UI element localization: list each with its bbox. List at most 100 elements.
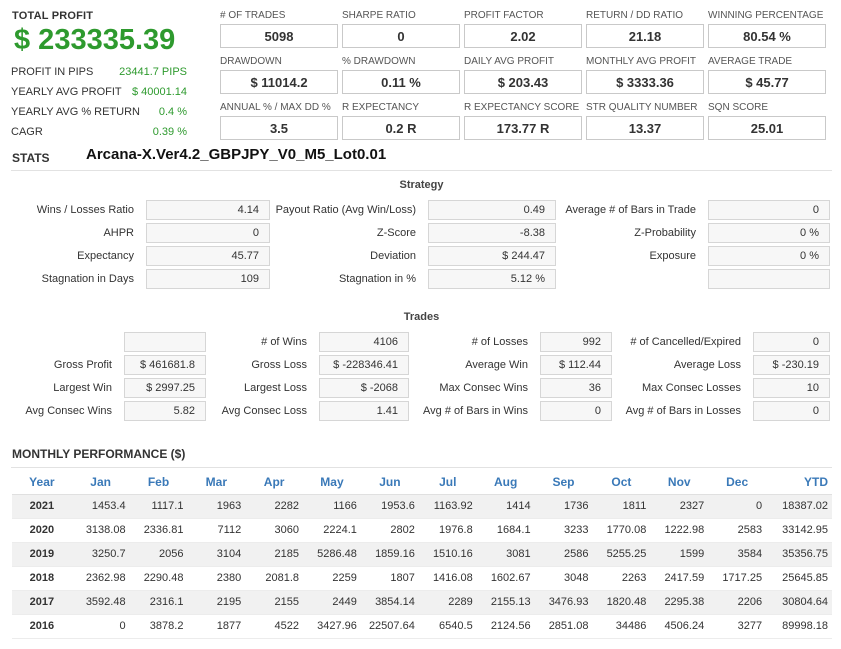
table-cell: 18387.02 <box>766 494 832 519</box>
kv-label: # of Losses <box>471 336 528 348</box>
column-header: Oct <box>592 470 651 495</box>
metric-label: RETURN / DD RATIO <box>586 10 684 21</box>
column-header: Mar <box>187 470 246 495</box>
metric-value: $ 203.43 <box>464 70 582 94</box>
kv-value: $ 2997.25 <box>124 378 206 398</box>
kv-label: Average # of Bars in Trade <box>565 204 696 216</box>
table-cell: 25645.85 <box>766 566 832 591</box>
kv-label: Payout Ratio (Avg Win/Loss) <box>275 204 416 216</box>
metric-value: 25.01 <box>708 116 826 140</box>
summary-value: $ 40001.14 <box>131 86 187 98</box>
table-cell: 1599 <box>650 542 709 567</box>
kv-value: 109 <box>146 269 270 289</box>
table-cell: 3878.2 <box>129 614 188 639</box>
table-cell: 2289 <box>418 590 477 615</box>
kv-value: $ 244.47 <box>428 246 556 266</box>
table-cell: 2851.08 <box>534 614 593 639</box>
summary-value: 23441.7 PIPS <box>119 66 187 78</box>
kv-value: 0 <box>708 200 830 220</box>
table-cell: 3104 <box>187 542 246 567</box>
table-cell: 89998.18 <box>766 614 832 639</box>
metric-value: $ 45.77 <box>708 70 826 94</box>
metric-r-expectancy-score: R EXPECTANCY SCORE 173.77 R <box>464 102 582 140</box>
metric-label: R EXPECTANCY SCORE <box>464 102 580 113</box>
summary-row-yearly-avg-profit: YEARLY AVG PROFIT $ 40001.14 <box>11 85 187 99</box>
column-header: Jul <box>418 470 477 495</box>
table-cell: 2449 <box>303 590 361 615</box>
kv-value: 5.82 <box>124 401 206 421</box>
stats-label: STATS <box>12 151 50 165</box>
metric-value: 0.11 % <box>342 70 460 94</box>
table-cell: 1811 <box>592 494 651 519</box>
metric-value: 173.77 R <box>464 116 582 140</box>
metric-average-trade: AVERAGE TRADE $ 45.77 <box>708 56 826 94</box>
table-cell: 1510.16 <box>418 542 477 567</box>
table-header-row: Year Jan Feb Mar Apr May Jun Jul Aug Sep… <box>12 470 832 495</box>
kv-label: Stagnation in Days <box>41 273 134 285</box>
column-header: Aug <box>476 470 535 495</box>
column-header: Jan <box>71 470 130 495</box>
table-row: 2019 3250.7 2056 3104 2185 5286.48 1859.16 1510… <box>12 542 832 567</box>
table-cell: 2195 <box>187 590 246 615</box>
column-header: May <box>303 470 361 495</box>
metric-r-expectancy: R EXPECTANCY 0.2 R <box>342 102 460 140</box>
summary-label: YEARLY AVG PROFIT <box>11 86 122 98</box>
table-cell: 1717.25 <box>708 566 767 591</box>
column-header-year: Year <box>12 470 72 495</box>
metric-daily-avg-profit: DAILY AVG PROFIT $ 203.43 <box>464 56 582 94</box>
monthly-performance-body: 2021 1453.4 1117.1 1963 2282 1166 1953.6 1163.9… <box>12 494 832 639</box>
metric-value: 13.37 <box>586 116 704 140</box>
table-cell: 1953.6 <box>360 494 419 519</box>
summary-row-cagr: CAGR 0.39 % <box>11 125 187 139</box>
kv-value: -8.38 <box>428 223 556 243</box>
table-row: 2021 1453.4 1117.1 1963 2282 1166 1953.6 1163.9… <box>12 494 832 519</box>
summary-label: YEARLY AVG % RETURN <box>11 106 140 118</box>
kv-value: 0 <box>753 401 830 421</box>
kv-value: 5.12 % <box>428 269 556 289</box>
table-cell: 1859.16 <box>360 542 419 567</box>
table-cell: 2206 <box>708 590 767 615</box>
summary-row-yearly-avg-return: YEARLY AVG % RETURN 0.4 % <box>11 105 187 119</box>
metric-monthly-avg-profit: MONTHLY AVG PROFIT $ 3333.36 <box>586 56 704 94</box>
kv-value: 0 <box>146 223 270 243</box>
total-profit-value: $ 233335.39 <box>14 24 176 56</box>
metric-label: DAILY AVG PROFIT <box>464 56 555 67</box>
column-header: Apr <box>245 470 304 495</box>
kv-label: Max Consec Losses <box>641 382 741 394</box>
metric-value: 2.02 <box>464 24 582 48</box>
metric-value: 80.54 % <box>708 24 826 48</box>
kv-label: Gross Profit <box>53 359 112 371</box>
summary-label: CAGR <box>11 126 43 138</box>
total-profit-label: TOTAL PROFIT <box>12 10 94 22</box>
table-cell: 2081.8 <box>245 566 304 591</box>
table-cell: 1684.1 <box>476 518 535 543</box>
kv-label: Gross Loss <box>251 359 307 371</box>
column-header: Sep <box>534 470 593 495</box>
table-cell: 2336.81 <box>129 518 188 543</box>
table-cell: 2263 <box>592 566 651 591</box>
table-cell: 2586 <box>534 542 593 567</box>
table-cell: 2583 <box>708 518 767 543</box>
table-cell: 1770.08 <box>592 518 651 543</box>
table-cell-year: 2016 <box>12 614 72 639</box>
kv-label: Exposure <box>649 250 696 262</box>
table-cell: 3138.08 <box>71 518 130 543</box>
table-cell: 2362.98 <box>71 566 130 591</box>
table-cell: 2327 <box>650 494 709 519</box>
kv-label: Largest Win <box>53 382 112 394</box>
kv-label: Max Consec Wins <box>439 382 528 394</box>
table-cell: 3233 <box>534 518 593 543</box>
kv-label <box>12 332 112 352</box>
monthly-performance-title: MONTHLY PERFORMANCE ($) <box>12 447 186 461</box>
table-cell: 22507.64 <box>360 614 419 639</box>
table-cell: 1602.67 <box>476 566 535 591</box>
table-cell-year: 2021 <box>12 494 72 519</box>
table-cell: 3081 <box>476 542 535 567</box>
metric-str-quality-number: STR QUALITY NUMBER 13.37 <box>586 102 704 140</box>
metric-label: R EXPECTANCY <box>342 102 420 113</box>
metric-trades: # OF TRADES 5098 <box>220 10 338 48</box>
strategy-name: Arcana-X.Ver4.2_GBPJPY_V0_M5_Lot0.01 <box>86 146 387 163</box>
kv-label: Z-Probability <box>634 227 696 239</box>
metric-label: WINNING PERCENTAGE <box>708 10 824 21</box>
table-cell: 34486 <box>592 614 651 639</box>
